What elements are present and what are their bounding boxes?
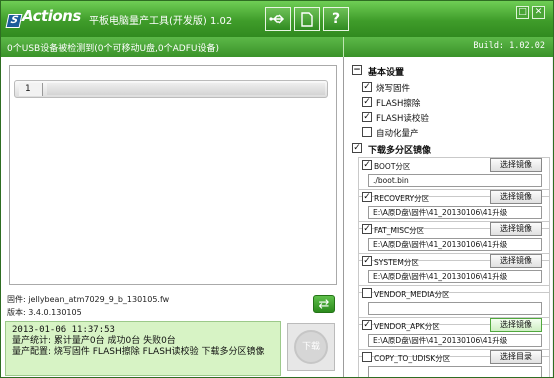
option-label: FLASH擦除: [376, 99, 421, 109]
device-progress-bar: [47, 83, 325, 95]
left-pane: 1 固件: jellybean_atm7029_9_b_130105.fw 版本…: [5, 61, 342, 376]
option-label: 烧写固件: [376, 84, 411, 94]
document-button[interactable]: [294, 7, 320, 31]
partition-checkbox[interactable]: ✓: [362, 256, 372, 266]
settings-scrollbar[interactable]: [552, 57, 553, 377]
multi-partition-checkbox[interactable]: ✓: [352, 143, 362, 153]
option-checkbox[interactable]: ✓: [362, 97, 372, 107]
select-image-button[interactable]: 选择镜像: [490, 158, 542, 172]
partition-checkbox[interactable]: ✓: [362, 160, 372, 170]
document-icon: [301, 12, 313, 27]
usb-icon: [269, 14, 285, 24]
option-label: 自动化量产: [376, 129, 419, 139]
build-label: Build: 1.02.02: [473, 41, 545, 51]
partition-path-input[interactable]: E:\A原D盘\固件\41_20130106\41升级: [368, 238, 542, 251]
select-image-button[interactable]: 选择镜像: [490, 190, 542, 204]
status-separator: [343, 37, 344, 57]
option-label: FLASH读校验: [376, 114, 429, 124]
partition-checkbox[interactable]: ✓: [362, 192, 372, 202]
title-bar: S Actions 平板电脑量产工具(开发版) 1.02 ? □ ✕: [1, 1, 553, 37]
device-status-text: 0个USB设备被检测到(0个可移动U盘,0个ADFU设备): [7, 44, 219, 54]
app-title: 平板电脑量产工具(开发版) 1.02: [89, 16, 233, 27]
download-button[interactable]: 下载: [287, 323, 335, 371]
firmware-version: 版本: 3.4.0.130105: [7, 308, 82, 317]
select-image-button[interactable]: 选择镜像: [490, 222, 542, 236]
device-slot[interactable]: 1: [14, 80, 328, 98]
partition-checkbox[interactable]: [362, 352, 372, 362]
multi-partition-header: 下载多分区镜像: [368, 146, 432, 156]
firmware-file: 固件: jellybean_atm7029_9_b_130105.fw: [7, 295, 170, 304]
partition-path-input[interactable]: [368, 302, 542, 315]
status-bar: 0个USB设备被检测到(0个可移动U盘,0个ADFU设备) Build: 1.0…: [1, 37, 553, 57]
partition-path-input[interactable]: E:\A原D盘\固件\41_20130106\41升级: [368, 270, 542, 283]
option-checkbox[interactable]: ✓: [362, 112, 372, 122]
partition-checkbox[interactable]: ✓: [362, 320, 372, 330]
partition-label: VENDOR_MEDIA分区: [374, 290, 450, 299]
select-image-button[interactable]: 选择镜像: [490, 254, 542, 268]
partition-path-input[interactable]: E:\A原D盘\固件\41_20130106\41升级: [368, 334, 542, 347]
partition-label: SYSTEM分区: [374, 258, 419, 267]
partition-checkbox[interactable]: ✓: [362, 224, 372, 234]
partition-label: FAT_MISC分区: [374, 226, 425, 235]
select-directory-button[interactable]: 选择目录: [490, 350, 542, 364]
option-checkbox[interactable]: [362, 127, 372, 137]
partition-path-input[interactable]: [368, 366, 542, 377]
download-label: 下载: [294, 330, 328, 364]
help-button[interactable]: ?: [323, 7, 349, 31]
log-time: 2013-01-06 11:37:53: [12, 325, 115, 335]
log-config: 量产配置: 烧写固件 FLASH擦除 FLASH读校验 下载多分区镜像: [12, 347, 265, 357]
select-image-button[interactable]: 选择镜像: [490, 318, 542, 332]
partition-label: BOOT分区: [374, 162, 411, 171]
partition-checkbox[interactable]: [362, 288, 372, 298]
device-list[interactable]: 1: [9, 65, 337, 285]
close-button[interactable]: ✕: [532, 6, 545, 19]
basic-settings-collapse[interactable]: −: [352, 65, 362, 75]
basic-settings-header: 基本设置: [368, 68, 405, 78]
refresh-button[interactable]: ⇄: [313, 295, 335, 313]
log-box: 2013-01-06 11:37:53 量产统计: 累计量产0台 成功0台 失败…: [5, 321, 281, 376]
main-window: S Actions 平板电脑量产工具(开发版) 1.02 ? □ ✕ 0个USB设…: [0, 0, 554, 378]
refresh-icon: ⇄: [318, 297, 330, 312]
partition-label: RECOVERY分区: [374, 194, 430, 203]
restore-button[interactable]: □: [516, 6, 529, 19]
partition-path-input[interactable]: ./boot.bin: [368, 174, 542, 187]
settings-pane: − 基本设置 ✓ 烧写固件 ✓ FLASH擦除 ✓ FLASH读校验 自动化量产…: [343, 57, 553, 377]
partition-path-input[interactable]: E:\A原D盘\固件\41_20130106\41升级: [368, 206, 542, 219]
option-checkbox[interactable]: ✓: [362, 82, 372, 92]
usb-button[interactable]: [265, 7, 291, 31]
actions-logo: S Actions: [5, 7, 81, 28]
partition-label: VENDOR_APK分区: [374, 322, 440, 331]
partition-label: COPY_TO_UDISK分区: [374, 354, 451, 363]
device-slot-number: 1: [19, 83, 43, 96]
log-stats: 量产统计: 累计量产0台 成功0台 失败0台: [12, 336, 176, 346]
